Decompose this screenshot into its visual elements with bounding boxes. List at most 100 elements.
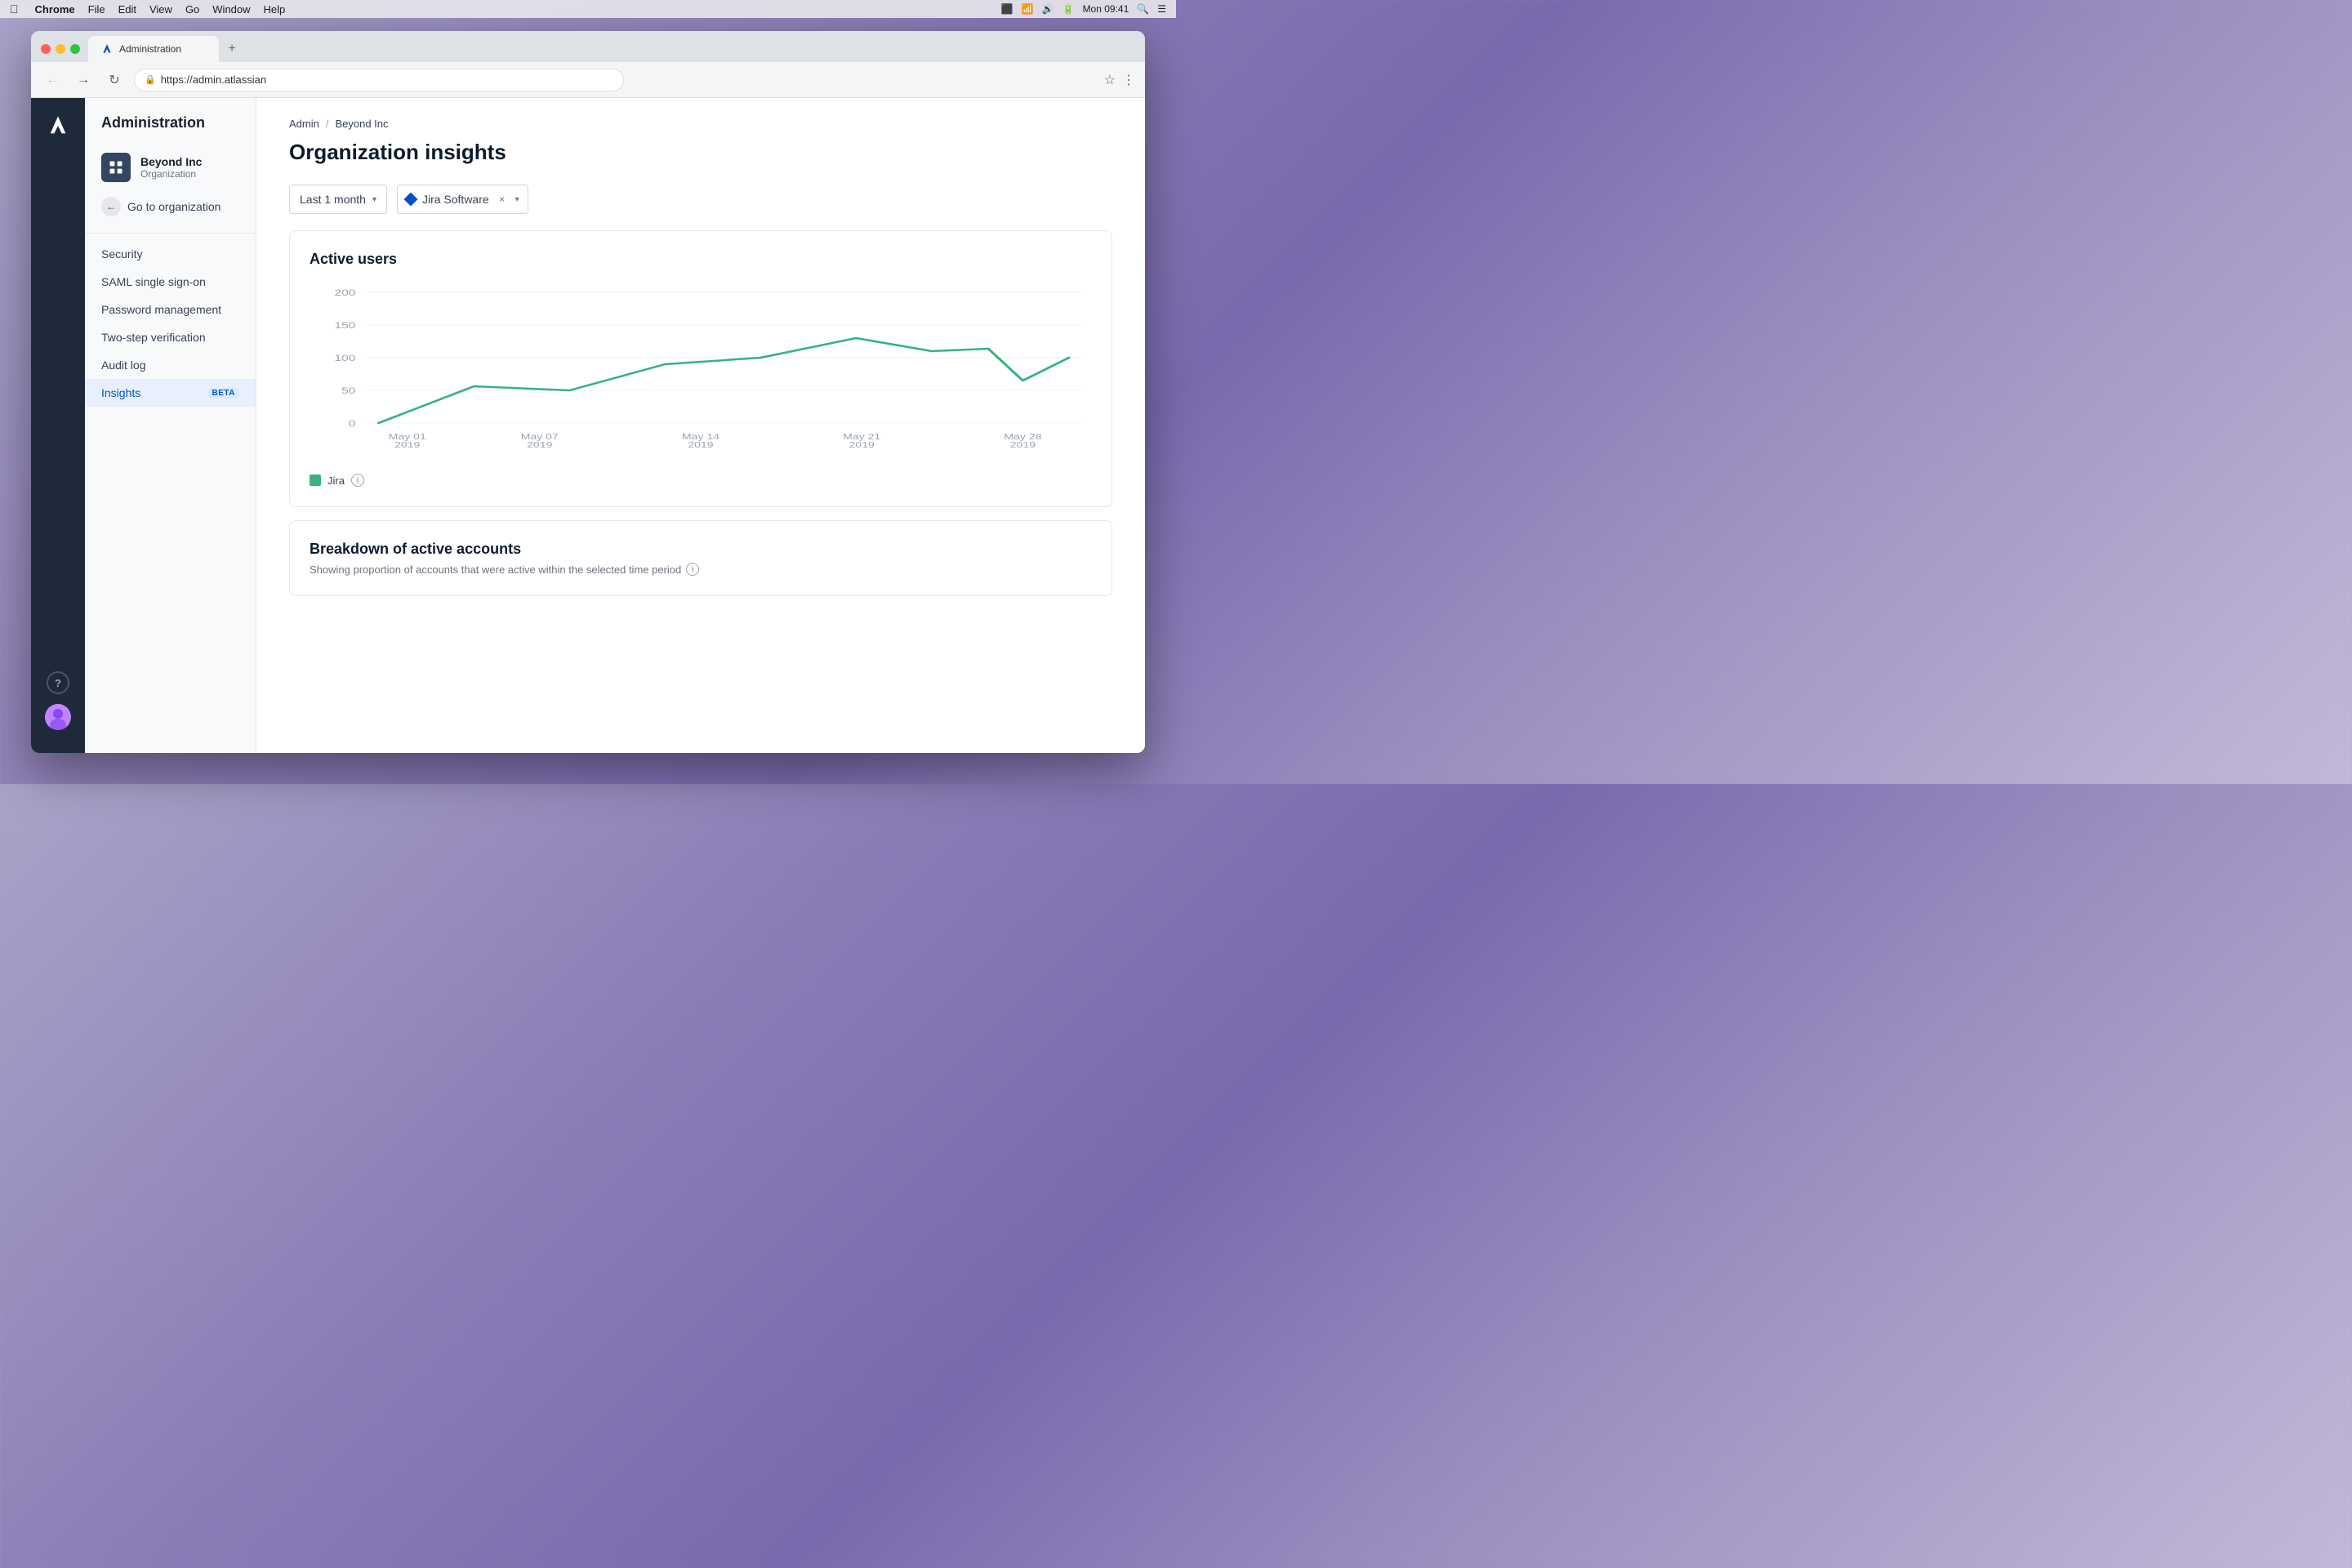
menubar-view[interactable]: View [149, 3, 172, 16]
product-label: Jira Software [422, 193, 489, 206]
breadcrumb: Admin / Beyond Inc [289, 118, 1112, 130]
go-to-org[interactable]: ← Go to organization [85, 190, 256, 223]
back-button[interactable]: ← [41, 69, 64, 91]
breadcrumb-admin[interactable]: Admin [289, 118, 319, 130]
bookmark-icon[interactable]: ☆ [1104, 72, 1116, 88]
svg-text:200: 200 [335, 287, 356, 297]
avatar-image [45, 704, 71, 730]
product-filter[interactable]: Jira Software × ▾ [397, 185, 528, 214]
filters-row: Last 1 month ▾ Jira Software × ▾ [289, 185, 1112, 214]
tab-bar: Administration + [31, 31, 1145, 62]
address-bar-right: ☆ ⋮ [1104, 72, 1135, 88]
active-users-title: Active users [310, 251, 1092, 268]
sidebar-item-two-step[interactable]: Two-step verification [85, 323, 256, 351]
user-avatar[interactable] [45, 704, 71, 730]
menubar-go[interactable]: Go [185, 3, 199, 16]
svg-text:50: 50 [341, 385, 355, 395]
browser-tab-active[interactable]: Administration [88, 36, 219, 62]
svg-text:2019: 2019 [688, 440, 714, 448]
menubar-left:  Chrome File Edit View Go Window Help [10, 2, 285, 16]
org-info: Beyond Inc Organization [140, 155, 202, 180]
refresh-button[interactable]: ↻ [103, 69, 126, 91]
forward-button[interactable]: → [72, 69, 95, 91]
minimize-button[interactable] [56, 44, 65, 54]
svg-text:2019: 2019 [527, 440, 553, 448]
dark-sidebar: ? [31, 98, 85, 753]
apple-icon[interactable]:  [10, 2, 19, 16]
new-tab-button[interactable]: + [220, 38, 243, 60]
product-filter-chevron: ▾ [515, 195, 519, 204]
active-users-chart-svg: 200 150 100 50 0 May 01 2019 May 07 [310, 284, 1092, 448]
time-period-filter[interactable]: Last 1 month ▾ [289, 185, 387, 214]
legend-label-jira: Jira [327, 474, 345, 487]
svg-text:100: 100 [335, 353, 356, 363]
time-period-chevron: ▾ [372, 195, 376, 204]
svg-text:0: 0 [349, 418, 356, 428]
page-title: Organization insights [289, 140, 1112, 165]
volume-icon: 🔊 [1042, 3, 1054, 15]
tab-title: Administration [119, 43, 181, 55]
legend-info-button[interactable]: i [351, 474, 364, 487]
menubar-right: ⬛ 📶 🔊 🔋 Mon 09:41 🔍 ☰ [1001, 3, 1166, 15]
main-area: ? Administration [31, 98, 1145, 753]
monitor-icon: ⬛ [1001, 3, 1013, 15]
atlassian-tab-icon [101, 43, 113, 55]
sidebar-item-insights[interactable]: Insights BETA [85, 379, 256, 407]
legend-color-jira [310, 474, 321, 486]
org-name: Beyond Inc [140, 155, 202, 168]
svg-text:150: 150 [335, 320, 356, 330]
svg-text:2019: 2019 [1010, 440, 1036, 448]
go-to-org-label: Go to organization [127, 200, 220, 213]
chart-legend: Jira i [310, 474, 1092, 487]
url-text: https://admin.atlassian [161, 74, 266, 86]
product-remove-button[interactable]: × [496, 193, 509, 206]
battery-icon: 🔋 [1062, 3, 1075, 15]
sidebar-item-audit[interactable]: Audit log [85, 351, 256, 379]
lock-icon: 🔒 [145, 74, 156, 85]
fullscreen-button[interactable] [70, 44, 80, 54]
sidebar-item-security[interactable]: Security [85, 240, 256, 268]
left-nav: Administration Beyond Inc Organization [85, 98, 256, 753]
breadcrumb-separator: / [326, 118, 329, 130]
org-item[interactable]: Beyond Inc Organization [85, 145, 256, 190]
breakdown-title: Breakdown of active accounts [310, 541, 1092, 558]
svg-text:2019: 2019 [394, 440, 421, 448]
menubar:  Chrome File Edit View Go Window Help ⬛… [0, 0, 1176, 18]
url-bar[interactable]: 🔒 https://admin.atlassian [134, 69, 624, 91]
browser-window: Administration + ← → ↻ 🔒 https://admin.a… [31, 31, 1145, 753]
insights-label: Insights [101, 386, 140, 399]
menubar-window[interactable]: Window [212, 3, 250, 16]
breakdown-subtitle: Showing proportion of accounts that were… [310, 563, 1092, 576]
menubar-edit[interactable]: Edit [118, 3, 136, 16]
breakdown-subtitle-text: Showing proportion of accounts that were… [310, 564, 681, 576]
address-bar: ← → ↻ 🔒 https://admin.atlassian ☆ ⋮ [31, 62, 1145, 98]
traffic-lights [38, 44, 87, 60]
content-area: Admin / Beyond Inc Organization insights… [256, 98, 1145, 753]
menubar-file[interactable]: File [88, 3, 105, 16]
left-nav-title: Administration [85, 114, 256, 145]
sidebar-item-password[interactable]: Password management [85, 296, 256, 323]
dark-sidebar-bottom: ? [45, 671, 71, 740]
jira-diamond-icon [403, 193, 417, 207]
time-period-label: Last 1 month [300, 193, 366, 206]
nav-divider [85, 233, 256, 234]
sidebar-item-saml[interactable]: SAML single sign-on [85, 268, 256, 296]
menubar-help[interactable]: Help [264, 3, 286, 16]
atlassian-logo[interactable] [43, 111, 73, 140]
breakdown-info-button[interactable]: i [686, 563, 699, 576]
menubar-app-name[interactable]: Chrome [35, 3, 75, 16]
svg-text:2019: 2019 [849, 440, 875, 448]
more-options-icon[interactable]: ⋮ [1122, 72, 1135, 88]
search-icon[interactable]: 🔍 [1137, 3, 1149, 15]
org-type: Organization [140, 168, 202, 180]
menubar-time: Mon 09:41 [1083, 3, 1129, 15]
close-button[interactable] [41, 44, 51, 54]
breadcrumb-current: Beyond Inc [335, 118, 388, 130]
active-users-card: Active users 200 150 100 50 [289, 230, 1112, 507]
chart-container: 200 150 100 50 0 May 01 2019 May 07 [310, 284, 1092, 464]
go-icon: ← [101, 197, 121, 216]
help-button[interactable]: ? [47, 671, 69, 694]
beta-badge: BETA [208, 388, 239, 399]
breakdown-card: Breakdown of active accounts Showing pro… [289, 520, 1112, 596]
menu-icon[interactable]: ☰ [1157, 3, 1166, 15]
